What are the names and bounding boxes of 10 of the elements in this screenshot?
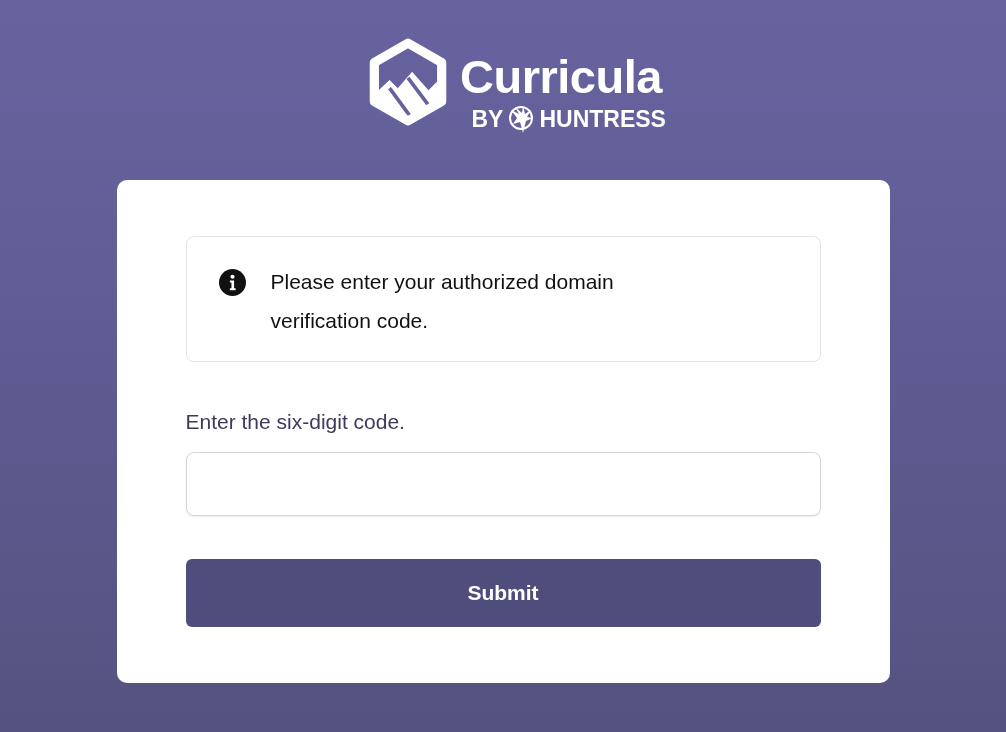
company-name: HUNTRESS [539,106,666,132]
info-icon [218,269,246,296]
alert-message: Please enter your authorized domain verification code. [270,269,615,334]
code-field-label: Enter the six-digit code. [185,409,406,435]
mountain-hexagon-logo-icon [368,38,449,126]
code-input-field[interactable] [185,452,821,516]
brand-name: Curricula [460,52,662,102]
brand-byline: BY [471,106,504,132]
starburst-emblem-icon [507,104,536,134]
submit-button[interactable]: Submit [185,559,821,627]
